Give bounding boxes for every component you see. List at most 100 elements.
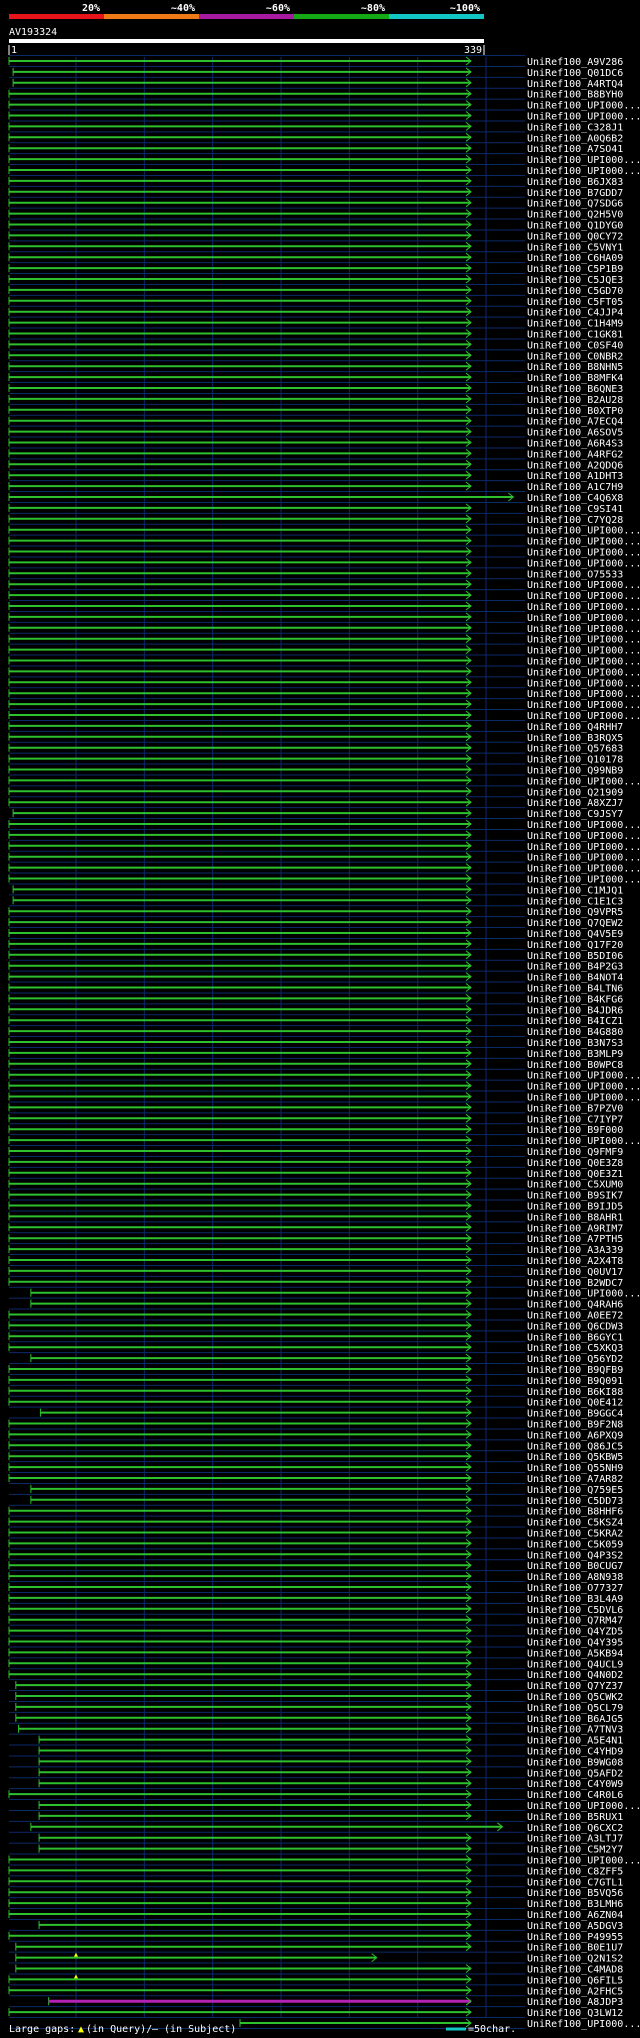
hit-label[interactable]: UniRef100_Q6CXC2 <box>527 1823 623 1834</box>
hit-label[interactable]: UniRef100_B6AJG5 <box>527 1714 623 1725</box>
hit-label[interactable]: UniRef100_C5K059 <box>527 1539 623 1550</box>
hit-label[interactable]: UniRef100_UPI000... <box>527 1071 640 1082</box>
hit-label[interactable]: UniRef100_UPI000... <box>527 1093 640 1104</box>
hit-label[interactable]: UniRef100_A7AR82 <box>527 1474 623 1485</box>
hit-label[interactable]: UniRef100_O75533 <box>527 569 623 580</box>
hit-label[interactable]: UniRef100_A0Q6B2 <box>527 133 623 144</box>
hit-label[interactable]: UniRef100_B0WPC8 <box>527 1060 623 1071</box>
hit-label[interactable]: UniRef100_A8XZJ7 <box>527 798 623 809</box>
hit-label[interactable]: UniRef100_Q5CWK2 <box>527 1692 623 1703</box>
hit-label[interactable]: UniRef100_UPI000... <box>527 1856 640 1867</box>
hit-label[interactable]: UniRef100_Q4P3S2 <box>527 1550 623 1561</box>
hit-label[interactable]: UniRef100_UPI000... <box>527 842 640 853</box>
hit-label[interactable]: UniRef100_C9SI41 <box>527 504 623 515</box>
hit-label[interactable]: UniRef100_UPI000... <box>527 875 640 886</box>
hit-label[interactable]: UniRef100_UPI000... <box>527 112 640 123</box>
hit-label[interactable]: UniRef100_UPI000... <box>527 613 640 624</box>
hit-label[interactable]: UniRef100_Q0E3Z1 <box>527 1169 623 1180</box>
hit-label[interactable]: UniRef100_B6KI88 <box>527 1387 623 1398</box>
hit-label[interactable]: UniRef100_C1MJQ1 <box>527 885 623 896</box>
hit-label[interactable]: UniRef100_A8JDP3 <box>527 1997 623 2008</box>
hit-label[interactable]: UniRef100_C5XUM0 <box>527 1180 623 1191</box>
hit-label[interactable]: UniRef100_Q9FMF9 <box>527 1147 623 1158</box>
hit-label[interactable]: UniRef100_C7GTL1 <box>527 1877 623 1888</box>
hit-label[interactable]: UniRef100_UPI000... <box>527 711 640 722</box>
hit-label[interactable]: UniRef100_A0EE72 <box>527 1311 623 1322</box>
hit-label[interactable]: UniRef100_A2FHC5 <box>527 1986 623 1997</box>
hit-label[interactable]: UniRef100_UPI000... <box>527 101 640 112</box>
hit-label[interactable]: UniRef100_A4RFG2 <box>527 449 623 460</box>
hit-label[interactable]: UniRef100_Q6FIL5 <box>527 1975 623 1986</box>
hit-label[interactable]: UniRef100_A6ZN04 <box>527 1910 623 1921</box>
hit-label[interactable]: UniRef100_B9F2N8 <box>527 1420 623 1431</box>
hit-label[interactable]: UniRef100_Q10178 <box>527 755 623 766</box>
hit-label[interactable]: UniRef100_B6JX83 <box>527 177 623 188</box>
hit-label[interactable]: UniRef100_B3RQX5 <box>527 733 623 744</box>
hit-label[interactable]: UniRef100_B5DI06 <box>527 951 623 962</box>
hit-label[interactable]: UniRef100_Q55NH9 <box>527 1463 623 1474</box>
hit-label[interactable]: UniRef100_Q7YZ37 <box>527 1681 623 1692</box>
hit-label[interactable]: UniRef100_C1H4M9 <box>527 319 623 330</box>
hit-label[interactable]: UniRef100_A6SOV5 <box>527 428 623 439</box>
hit-label[interactable]: UniRef100_UPI000... <box>527 1136 640 1147</box>
hit-label[interactable]: UniRef100_C1E1C3 <box>527 896 623 907</box>
hit-label[interactable]: UniRef100_A5DGV3 <box>527 1921 623 1932</box>
hit-label[interactable]: UniRef100_C5KRA2 <box>527 1529 623 1540</box>
hit-label[interactable]: UniRef100_B9GGC4 <box>527 1409 623 1420</box>
hit-label[interactable]: UniRef100_UPI000... <box>527 820 640 831</box>
hit-label[interactable]: UniRef100_B2WDC7 <box>527 1278 623 1289</box>
hit-label[interactable]: UniRef100_UPI000... <box>527 602 640 613</box>
hit-label[interactable]: UniRef100_Q6CDW3 <box>527 1321 623 1332</box>
hit-label[interactable]: UniRef100_UPI000... <box>527 166 640 177</box>
hit-label[interactable]: UniRef100_Q57683 <box>527 744 623 755</box>
hit-label[interactable]: UniRef100_UPI000... <box>527 2019 640 2030</box>
hit-label[interactable]: UniRef100_Q5KBW5 <box>527 1452 623 1463</box>
hit-label[interactable]: UniRef100_C8ZFF5 <box>527 1866 623 1877</box>
hit-label[interactable]: UniRef100_A2QDQ6 <box>527 460 623 471</box>
hit-label[interactable]: UniRef100_A7SO41 <box>527 144 623 155</box>
hit-label[interactable]: UniRef100_Q56YD2 <box>527 1354 623 1365</box>
hit-label[interactable]: UniRef100_Q4YZD5 <box>527 1627 623 1638</box>
hit-label[interactable]: UniRef100_C5VNY1 <box>527 242 623 253</box>
hit-label[interactable]: UniRef100_Q01DC6 <box>527 68 623 79</box>
hit-label[interactable]: UniRef100_Q21909 <box>527 787 623 798</box>
hit-label[interactable]: UniRef100_Q2H5V0 <box>527 210 623 221</box>
hit-label[interactable]: UniRef100_UPI000... <box>527 864 640 875</box>
hit-label[interactable]: UniRef100_C1GK81 <box>527 330 623 341</box>
hit-label[interactable]: UniRef100_B3LMH6 <box>527 1899 623 1910</box>
hit-label[interactable]: UniRef100_B9Q091 <box>527 1376 623 1387</box>
hit-label[interactable]: UniRef100_B4G880 <box>527 1027 623 1038</box>
hit-label[interactable]: UniRef100_C5DD73 <box>527 1496 623 1507</box>
hit-label[interactable]: UniRef100_Q5AFD2 <box>527 1768 623 1779</box>
hit-label[interactable]: UniRef100_Q0CY72 <box>527 231 623 242</box>
hit-label[interactable]: UniRef100_A1C7H9 <box>527 482 623 493</box>
hit-label[interactable]: UniRef100_B8BYH0 <box>527 90 623 101</box>
hit-label[interactable]: UniRef100_A9V286 <box>527 57 623 68</box>
hit-label[interactable]: UniRef100_C4YHD9 <box>527 1747 623 1758</box>
hit-label[interactable]: UniRef100_B7GDD7 <box>527 188 623 199</box>
hit-label[interactable]: UniRef100_UPI000... <box>527 646 640 657</box>
hit-label[interactable]: UniRef100_B8HHF6 <box>527 1507 623 1518</box>
hit-label[interactable]: UniRef100_UPI000... <box>527 667 640 678</box>
hit-label[interactable]: UniRef100_C5P1B9 <box>527 264 623 275</box>
hit-label[interactable]: UniRef100_A6PXQ9 <box>527 1430 623 1441</box>
hit-label[interactable]: UniRef100_C5DVL6 <box>527 1605 623 1616</box>
hit-label[interactable]: UniRef100_C9JSY7 <box>527 809 623 820</box>
hit-label[interactable]: UniRef100_B4KFG6 <box>527 994 623 1005</box>
hit-label[interactable]: UniRef100_B9SIK7 <box>527 1191 623 1202</box>
hit-label[interactable]: UniRef100_B6GYC1 <box>527 1332 623 1343</box>
hit-label[interactable]: UniRef100_B8MFK4 <box>527 373 623 384</box>
hit-label[interactable]: UniRef100_B9WG08 <box>527 1757 623 1768</box>
hit-label[interactable]: UniRef100_B2AU28 <box>527 395 623 406</box>
hit-label[interactable]: UniRef100_A6R4S3 <box>527 439 623 450</box>
hit-label[interactable]: UniRef100_Q4Y395 <box>527 1638 623 1649</box>
hit-label[interactable]: UniRef100_A8N938 <box>527 1572 623 1583</box>
hit-label[interactable]: UniRef100_A3LTJ7 <box>527 1834 623 1845</box>
hit-label[interactable]: UniRef100_A3A339 <box>527 1245 623 1256</box>
hit-label[interactable]: UniRef100_B4LTN6 <box>527 984 623 995</box>
hit-label[interactable]: UniRef100_B3L4A9 <box>527 1594 623 1605</box>
hit-label[interactable]: UniRef100_B9F000 <box>527 1125 623 1136</box>
hit-label[interactable]: UniRef100_Q4RHH7 <box>527 722 623 733</box>
hit-label[interactable]: UniRef100_UPI000... <box>527 548 640 559</box>
hit-label[interactable]: UniRef100_C328J1 <box>527 122 623 133</box>
